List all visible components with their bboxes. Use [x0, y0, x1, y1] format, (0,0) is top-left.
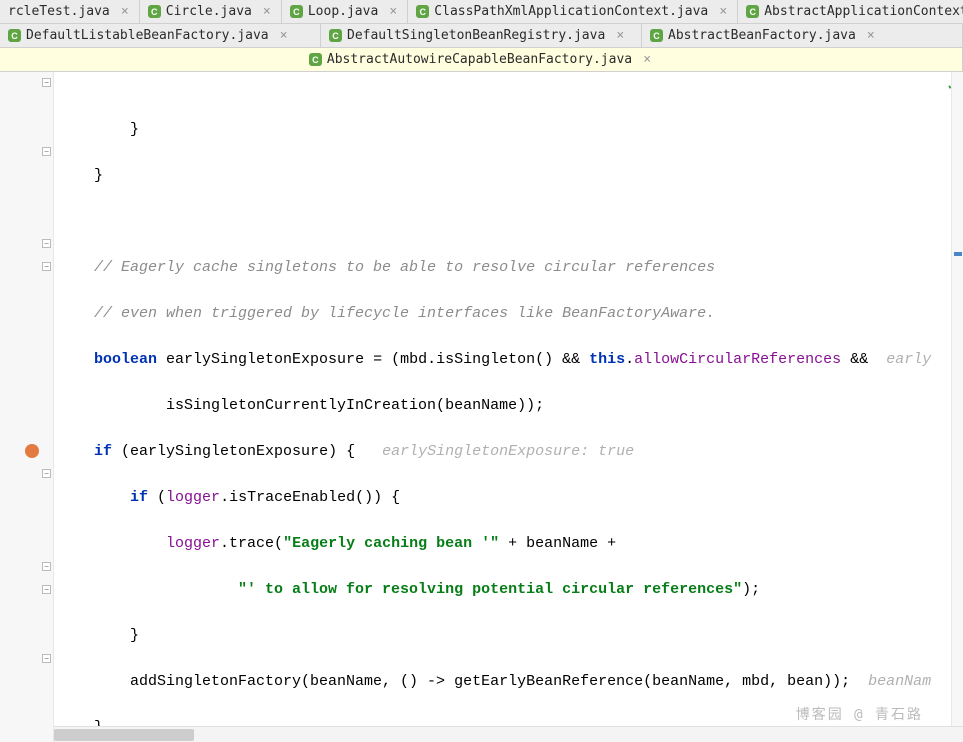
horizontal-scrollbar[interactable] — [54, 726, 963, 742]
close-icon[interactable]: × — [261, 4, 273, 19]
code-line: // Eagerly cache singletons to be able t… — [58, 256, 963, 279]
java-class-icon: C — [329, 29, 342, 42]
close-icon[interactable]: × — [278, 28, 290, 43]
close-icon[interactable]: × — [387, 4, 399, 19]
editor: − − − − − − − − ✓ } } // Eagerly cache s… — [0, 72, 963, 742]
java-class-icon: C — [309, 53, 322, 66]
fold-icon[interactable]: − — [42, 147, 51, 156]
code-line: } — [58, 118, 963, 141]
code-line: if (logger.isTraceEnabled()) { — [58, 486, 963, 509]
fold-icon[interactable]: − — [42, 562, 51, 571]
tab-defaultlistable[interactable]: CDefaultListableBeanFactory.java× — [0, 24, 321, 47]
fold-icon[interactable]: − — [42, 78, 51, 87]
tab-row-1: rcleTest.java× CCircle.java× CLoop.java×… — [0, 0, 963, 24]
code-line: addSingletonFactory(beanName, () -> getE… — [58, 670, 963, 693]
close-icon[interactable]: × — [614, 28, 626, 43]
code-line: "' to allow for resolving potential circ… — [58, 578, 963, 601]
tab-classpathxml[interactable]: CClassPathXmlApplicationContext.java× — [408, 0, 738, 23]
code-line: } — [58, 624, 963, 647]
tab-abstractappctx[interactable]: CAbstractApplicationContext.java× — [738, 0, 963, 23]
tab-abstractbeanfactory[interactable]: CAbstractBeanFactory.java× — [642, 24, 963, 47]
code-line: boolean earlySingletonExposure = (mbd.is… — [58, 348, 963, 371]
java-class-icon: C — [416, 5, 429, 18]
fold-icon[interactable]: − — [42, 585, 51, 594]
tab-active-file[interactable]: CAbstractAutowireCapableBeanFactory.java… — [0, 48, 963, 71]
close-icon[interactable]: × — [641, 52, 653, 67]
tab-row-3: CAbstractAutowireCapableBeanFactory.java… — [0, 48, 963, 72]
gutter: − − − − − − − − — [0, 72, 54, 742]
close-icon[interactable]: × — [717, 4, 729, 19]
tab-loop[interactable]: CLoop.java× — [282, 0, 408, 23]
scrollbar-thumb[interactable] — [54, 729, 194, 741]
fold-icon[interactable]: − — [42, 469, 51, 478]
tab-rcletest[interactable]: rcleTest.java× — [0, 0, 140, 23]
fold-icon[interactable]: − — [42, 654, 51, 663]
tab-circle[interactable]: CCircle.java× — [140, 0, 282, 23]
code-line: if (earlySingletonExposure) { earlySingl… — [58, 440, 963, 463]
code-line: } — [58, 164, 963, 187]
code-area[interactable]: ✓ } } // Eagerly cache singletons to be … — [54, 72, 963, 742]
marker-bar[interactable] — [951, 72, 963, 726]
java-class-icon: C — [148, 5, 161, 18]
fold-icon[interactable]: − — [42, 239, 51, 248]
java-class-icon: C — [650, 29, 663, 42]
tab-row-2: CDefaultListableBeanFactory.java× CDefau… — [0, 24, 963, 48]
code-line: // even when triggered by lifecycle inte… — [58, 302, 963, 325]
code-line: isSingletonCurrentlyInCreation(beanName)… — [58, 394, 963, 417]
java-class-icon: C — [290, 5, 303, 18]
close-icon[interactable]: × — [865, 28, 877, 43]
breakpoint-icon[interactable] — [25, 444, 39, 458]
close-icon[interactable]: × — [119, 4, 131, 19]
java-class-icon: C — [746, 5, 759, 18]
fold-icon[interactable]: − — [42, 262, 51, 271]
code-line — [58, 210, 963, 233]
tab-defaultsingleton[interactable]: CDefaultSingletonBeanRegistry.java× — [321, 24, 642, 47]
java-class-icon: C — [8, 29, 21, 42]
marker[interactable] — [954, 252, 962, 256]
code-line: logger.trace("Eagerly caching bean '" + … — [58, 532, 963, 555]
